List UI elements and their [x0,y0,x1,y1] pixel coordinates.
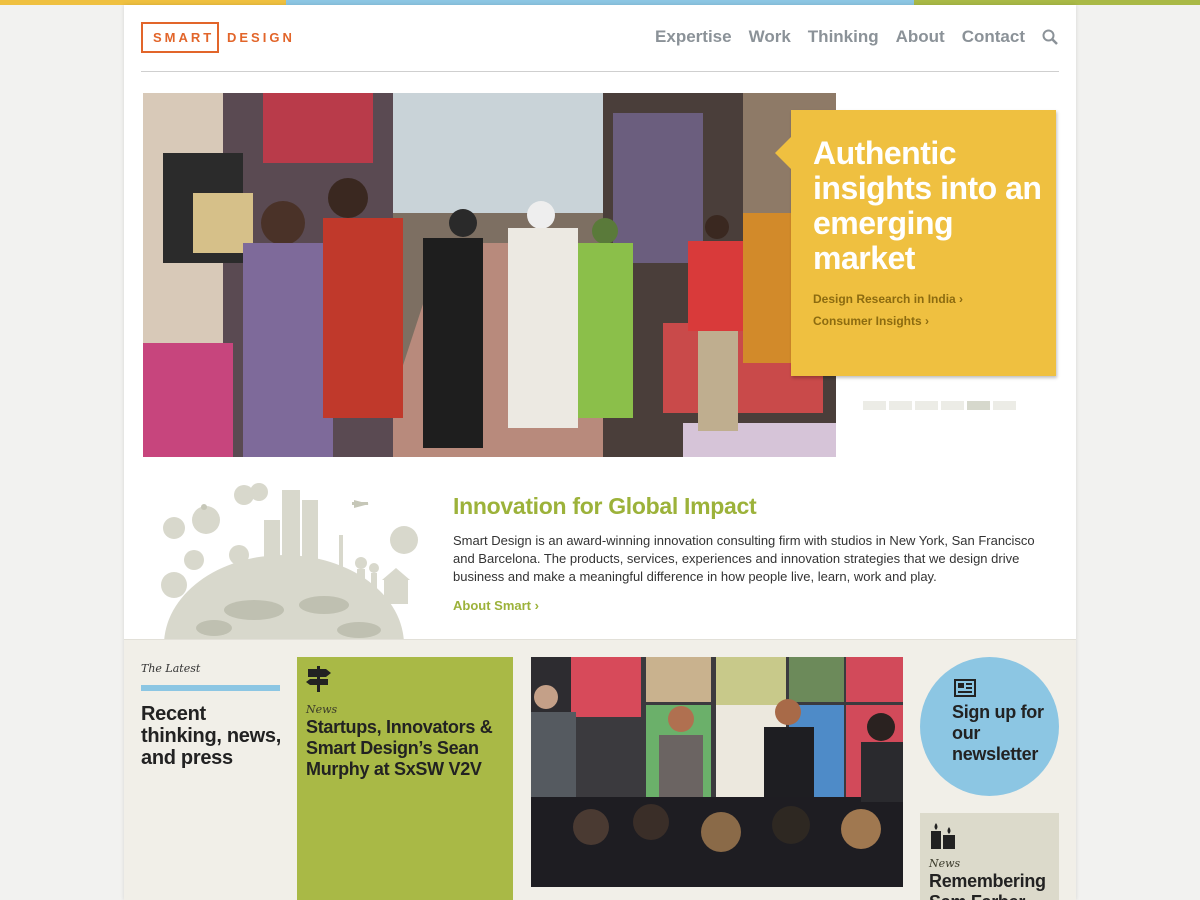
panel-photo[interactable] [531,657,903,887]
hero-image[interactable] [143,93,836,457]
latest-kicker: The Latest [141,662,201,675]
slide-dot-6[interactable] [993,401,1016,410]
globe-illustration [154,480,424,735]
newsletter-signup[interactable]: Sign up for our newsletter [920,657,1059,796]
news-card-sxsw[interactable]: News Startups, Innovators & Smart Design… [297,657,513,900]
latest-header: The Latest Recent thinking, news, and pr… [141,662,281,769]
slide-indicators [863,401,1019,410]
header-divider [141,71,1059,72]
hero-link-design-research[interactable]: Design Research in India › [813,292,963,306]
latest-bar [141,685,280,691]
slide-dot-2[interactable] [889,401,912,410]
intro-section: Innovation for Global Impact Smart Desig… [453,493,1053,615]
latest-heading: Recent thinking, news, and press [141,703,281,769]
about-smart-link[interactable]: About Smart › [453,598,539,613]
search-icon[interactable] [1042,29,1058,45]
nav-contact[interactable]: Contact [962,27,1025,47]
intro-title: Innovation for Global Impact [453,493,757,519]
newsletter-title: Sign up for our newsletter [952,702,1044,764]
news-kicker: News [306,703,338,716]
intro-body: Smart Design is an award-winning innovat… [453,533,1035,584]
logo-box-text: SMART [141,22,219,53]
logo-word-text: DESIGN [227,30,295,45]
logo[interactable]: SMART DESIGN [141,22,295,53]
slide-dot-4[interactable] [941,401,964,410]
news-title-farber: Remembering Sam Farber [929,871,1046,900]
hero-callout: Authentic insights into an emerging mark… [775,110,1056,376]
slide-dot-1[interactable] [863,401,886,410]
signpost-icon [306,664,332,697]
candles-icon [929,823,957,854]
newspaper-icon [954,679,976,702]
nav-thinking[interactable]: Thinking [808,27,879,47]
nav-about[interactable]: About [896,27,945,47]
news-title-sxsw: Startups, Innovators & Smart Design’s Se… [306,717,493,779]
hero-headline: Authentic insights into an emerging mark… [813,135,1042,276]
page-container: SMART DESIGN Expertise Work Thinking Abo… [124,5,1076,900]
hero-links: Design Research in India › Consumer Insi… [813,292,963,336]
news-card-farber[interactable]: News Remembering Sam Farber [920,813,1059,900]
nav-work[interactable]: Work [749,27,791,47]
slide-dot-5[interactable] [967,401,990,410]
slide-dot-3[interactable] [915,401,938,410]
main-nav: Expertise Work Thinking About Contact [638,27,1058,47]
latest-section: The Latest Recent thinking, news, and pr… [124,639,1076,900]
nav-expertise[interactable]: Expertise [655,27,732,47]
news-kicker-farber: News [929,857,961,870]
hero-link-consumer-insights[interactable]: Consumer Insights › [813,314,963,328]
